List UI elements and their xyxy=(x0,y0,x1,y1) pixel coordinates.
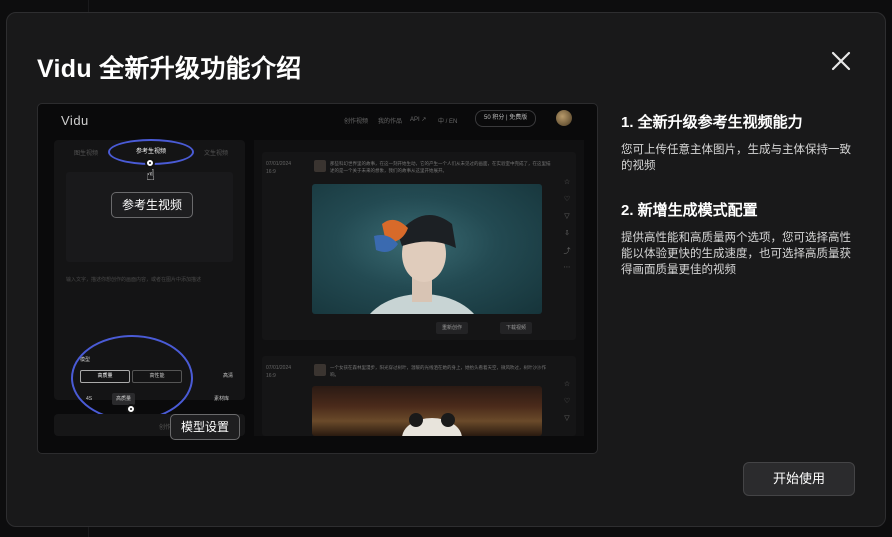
preview-tab-reference: 参考生视频 xyxy=(136,149,167,155)
preview-tab: 图生视频 xyxy=(74,151,99,157)
more-icon: ⋯ xyxy=(563,264,571,271)
preview-tab: 文生视频 xyxy=(204,151,229,157)
star-icon: ☆ xyxy=(563,179,571,186)
feature-heading: 1. 全新升级参考生视频能力 xyxy=(621,114,803,131)
preview-prompt-placeholder: 输入文字，描述你想创作的画面内容，或者在图片中添加描述 xyxy=(66,277,202,283)
feature-description: 您可上传任意主体图片，生成与主体保持一致的视频 xyxy=(621,144,851,172)
preview-nav-item: 创作视频 xyxy=(344,119,369,125)
post-side-actions: ☆ ♡ ▽ ⇩ ⤴ ⋯ xyxy=(562,178,572,280)
star-icon: ☆ xyxy=(563,381,571,388)
post-thumbnail xyxy=(314,364,326,376)
preview-post: 07/01/2024 16:9 一个女孩在森林里漫步，阳光穿过树叶，温暖的光线洒… xyxy=(262,356,576,436)
preview-post: 07/01/2024 16:9 那些科幻世界里的故事，在这一刻开始生动，它的产生… xyxy=(262,152,576,340)
post-video-frame xyxy=(312,184,542,314)
post-side-actions: ☆ ♡ ▽ xyxy=(562,380,572,431)
post-prompt-text: 一个女孩在森林里漫步，阳光穿过树叶，温暖的光线洒在她的身上，她抬头看着天空，微风… xyxy=(330,365,546,377)
preview-nav-item: 中 / EN xyxy=(438,119,458,125)
post-action-button: 重新创作 xyxy=(436,322,469,334)
preview-feed: 07/01/2024 16:9 那些科幻世界里的故事，在这一刻开始生动，它的产生… xyxy=(254,140,584,436)
feature-item: 1. 全新升级参考生视频能力 您可上传任意主体图片，生成与主体保持一致的视频 xyxy=(621,111,861,174)
callout-model-settings: 模型设置 xyxy=(170,414,241,440)
start-using-button[interactable]: 开始使用 xyxy=(743,462,855,496)
post-date: 07/01/2024 16:9 xyxy=(266,161,292,175)
thumb-down-icon: ▽ xyxy=(564,213,570,220)
preview-avatar xyxy=(556,110,572,126)
post-date: 07/01/2024 16:9 xyxy=(266,365,292,379)
close-icon[interactable] xyxy=(827,47,855,75)
share-icon: ⤴ xyxy=(563,248,571,255)
feature-heading: 2. 新增生成模式配置 xyxy=(621,202,758,219)
preview-nav-item: API ↗ xyxy=(410,117,427,123)
preview-library-chip: 素材库 xyxy=(214,396,230,402)
post-action-button: 下载视频 xyxy=(500,322,533,334)
post-thumbnail xyxy=(314,160,326,172)
post-video-frame xyxy=(312,386,542,436)
preview-duration-chip: 4S xyxy=(86,396,93,402)
preview-nav-item: 我的作品 xyxy=(378,119,403,125)
callout-reference-video: 参考生视频 xyxy=(111,192,194,218)
download-icon: ⇩ xyxy=(564,230,570,237)
preview-extra-chip: 高清 xyxy=(223,373,234,379)
thumb-down-icon: ▽ xyxy=(564,415,570,422)
feature-intro-modal: Vidu 全新升级功能介绍 Vidu 创作视频 我的作品 API ↗ 中 / E… xyxy=(6,12,886,527)
preview-credits-badge: 50 积分 | 免费版 xyxy=(475,110,537,127)
feature-preview-image: Vidu 创作视频 我的作品 API ↗ 中 / EN 50 积分 | 免费版 … xyxy=(37,103,598,454)
preview-logo: Vidu xyxy=(61,113,89,128)
feature-description: 提供高性能和高质量两个选项，您可选择高性能以体验更快的生成速度，也可选择高质量获… xyxy=(621,232,851,276)
post-prompt-text: 那些科幻世界里的故事，在这一刻开始生动，它的产生一个人们从未见过的画面，在实验室… xyxy=(330,161,551,173)
modal-title: Vidu 全新升级功能介绍 xyxy=(37,55,302,83)
pointer-hand-icon: ☝ xyxy=(146,167,156,184)
thumb-up-icon: ♡ xyxy=(563,398,571,405)
feature-item: 2. 新增生成模式配置 提供高性能和高质量两个选项，您可选择高性能以体验更快的生… xyxy=(621,199,861,278)
thumb-up-icon: ♡ xyxy=(563,196,571,203)
